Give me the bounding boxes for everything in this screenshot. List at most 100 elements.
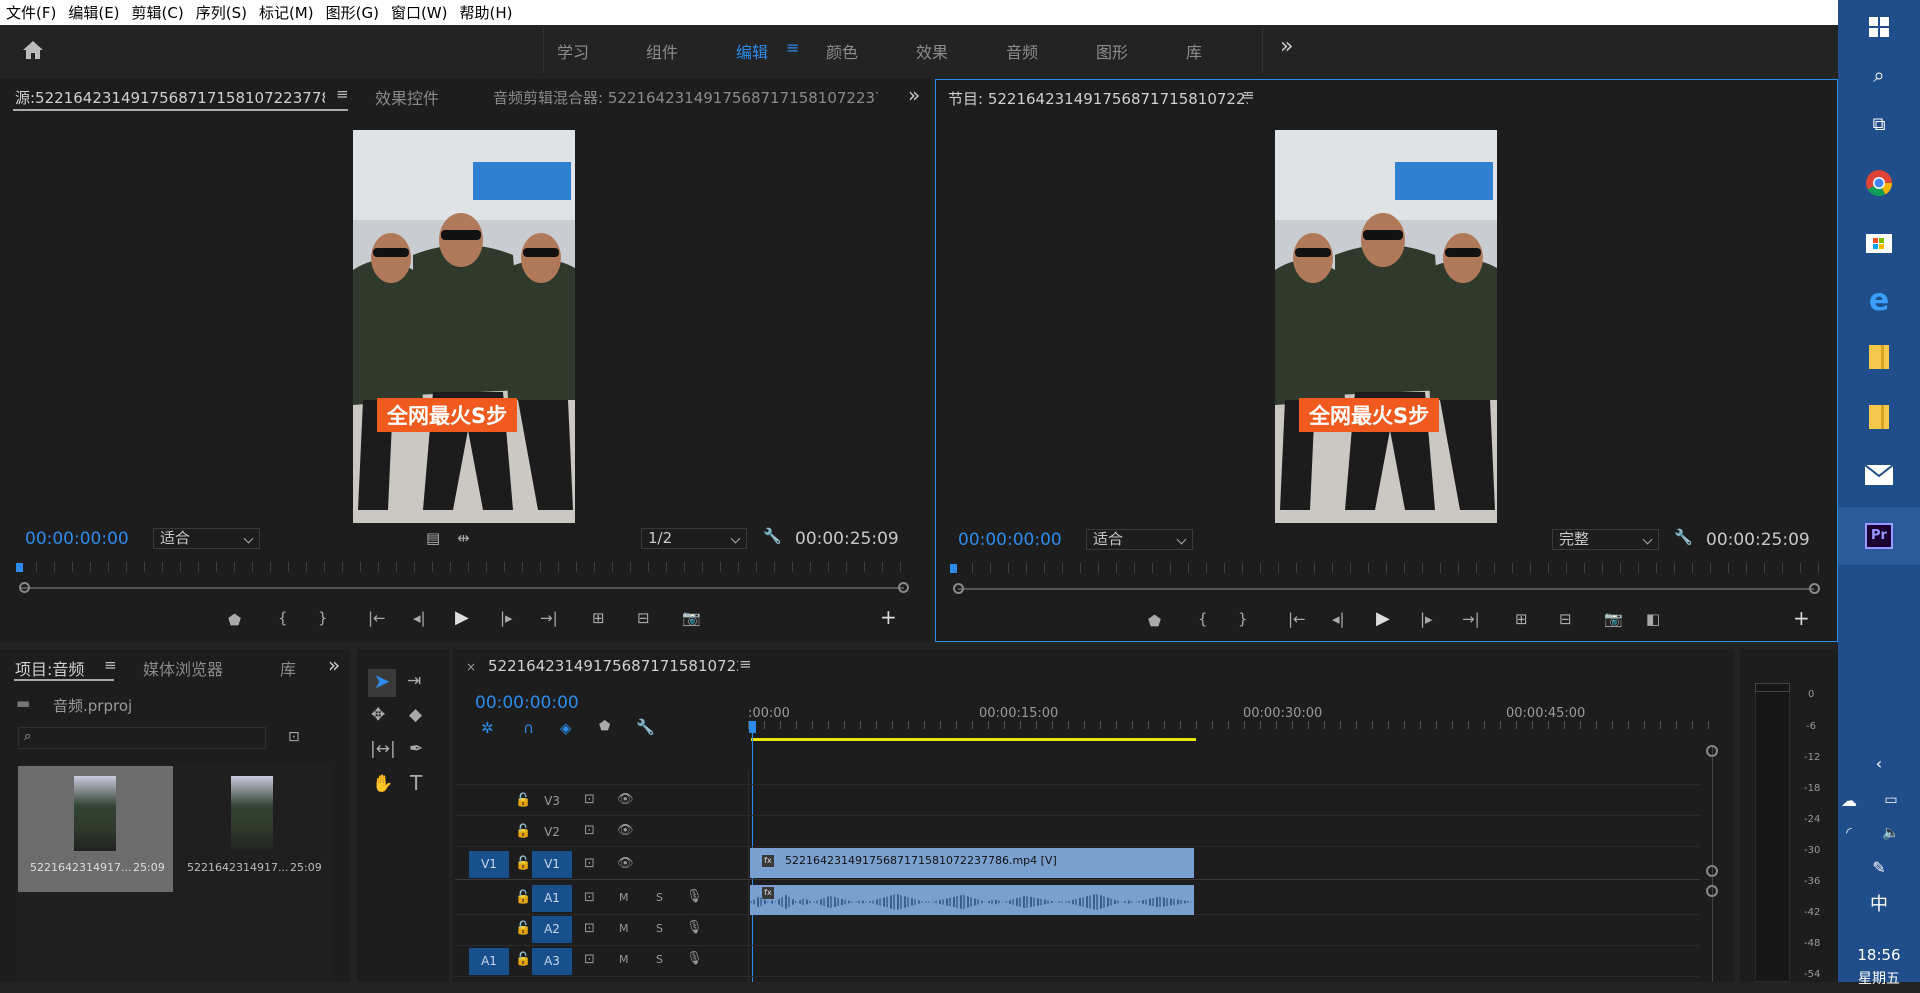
program-playhead[interactable] (950, 564, 957, 573)
menu-marker[interactable]: 标记(M) (259, 2, 314, 23)
clock-day[interactable]: 星期五 (1838, 963, 1920, 993)
drag-video-icon[interactable]: ▤ (426, 529, 440, 547)
export-frame-icon[interactable]: 📷 (1604, 610, 1623, 628)
lock-icon[interactable]: 🔓 (515, 921, 531, 936)
program-time-ruler[interactable] (954, 563, 1819, 573)
media-browser-tab[interactable]: 媒体浏览器 (143, 656, 223, 680)
program-zoom-scrollbar[interactable] (958, 588, 1814, 590)
vertical-scrollbar[interactable] (1712, 746, 1713, 982)
go-to-out-icon[interactable]: →| (1462, 610, 1480, 628)
program-playhead-timecode[interactable]: 00:00:00:00 (958, 530, 1062, 550)
razor-tool-icon[interactable]: ◆ (409, 705, 422, 725)
pen-tool-icon[interactable]: ✒ (409, 739, 423, 759)
effect-controls-tab[interactable]: 效果控件 (375, 85, 439, 109)
source-playhead[interactable] (16, 563, 23, 572)
mute-button[interactable]: M (619, 891, 629, 904)
program-tab[interactable]: 节目: 5221642314917568717158107​223778 (948, 88, 1248, 109)
chrome-icon[interactable] (1838, 156, 1920, 210)
solo-button[interactable]: S (656, 922, 663, 935)
timeline-settings-wrench-icon[interactable]: 🔧 (636, 718, 655, 736)
mute-button[interactable]: M (619, 953, 629, 966)
step-forward-icon[interactable]: |▸ (500, 609, 513, 627)
premiere-pro-icon[interactable]: Pr (1838, 507, 1920, 565)
source-zoom-select[interactable]: 适合 (153, 528, 260, 549)
store-icon[interactable] (1838, 214, 1920, 268)
selection-tool-icon[interactable]: ➤ (368, 669, 396, 697)
project-tab[interactable]: 项目:音频 (15, 656, 84, 680)
workspace-menu-icon[interactable]: ≡ (786, 38, 799, 57)
volume-icon[interactable]: 🔈 (1866, 818, 1916, 848)
mark-out-icon[interactable]: } (1238, 610, 1248, 628)
step-back-icon[interactable]: ◂| (1332, 610, 1345, 628)
tab-learn[interactable]: 学习 (557, 39, 589, 63)
menu-clip[interactable]: 剪辑(C) (132, 2, 184, 23)
edge-icon[interactable]: e (1838, 273, 1920, 327)
tab-audio[interactable]: 音频 (1006, 39, 1038, 63)
show-hidden-icons-icon[interactable]: ‹ (1838, 747, 1920, 779)
track-target-a1[interactable]: A1 (532, 885, 572, 912)
workspace-more-icon[interactable]: » (1280, 34, 1293, 59)
timeline-playhead-timecode[interactable]: 00:00:00:00 (475, 693, 579, 713)
windows-start-icon[interactable] (1838, 0, 1920, 54)
program-quality-select[interactable]: 完整 (1552, 529, 1659, 550)
source-time-ruler[interactable] (18, 562, 908, 572)
track-target-a3[interactable]: A3 (532, 948, 572, 975)
insert-icon[interactable]: ⊞ (592, 609, 605, 627)
panel-more-icon[interactable]: » (908, 83, 920, 107)
lock-icon[interactable]: 🔓 (515, 952, 531, 967)
hand-tool-icon[interactable]: ✋ (372, 774, 393, 794)
search-icon[interactable]: ⌕ (1838, 48, 1920, 102)
mark-in-icon[interactable]: { (1198, 610, 1208, 628)
ripple-edit-tool-icon[interactable]: ✥ (371, 705, 385, 725)
tab-assembly[interactable]: 组件 (646, 39, 678, 63)
battery-icon[interactable]: ▭ (1866, 785, 1916, 815)
sync-lock-icon[interactable]: ⊡ (584, 823, 595, 838)
eye-icon[interactable]: 👁 (617, 792, 634, 807)
audio-clip[interactable]: fx (750, 885, 1194, 915)
source-zoom-scrollbar[interactable] (20, 587, 904, 589)
program-zoom-select[interactable]: 适合 (1086, 529, 1193, 550)
lock-icon[interactable]: 🔓 (515, 890, 531, 905)
source-patch-v1[interactable]: V1 (469, 851, 509, 878)
audio-clip-mixer-tab[interactable]: 音频剪辑混合器: 5221642314917568717158107​22377… (493, 87, 878, 108)
panel-menu-icon[interactable]: ≡ (1242, 86, 1255, 104)
mark-out-icon[interactable]: } (318, 609, 328, 627)
menu-window[interactable]: 窗口(W) (391, 2, 448, 23)
add-button-icon[interactable]: + (1793, 606, 1810, 630)
mail-icon[interactable] (1838, 448, 1920, 502)
mute-button[interactable]: M (619, 922, 629, 935)
step-forward-icon[interactable]: |▸ (1420, 610, 1433, 628)
eye-icon[interactable]: 👁 (617, 856, 634, 871)
marker-icon[interactable]: ⬟ (599, 719, 610, 734)
track-target-v1[interactable]: V1 (532, 851, 572, 878)
snap-icon[interactable]: ✲ (481, 719, 494, 737)
play-icon[interactable]: ▶ (1376, 608, 1390, 629)
step-back-icon[interactable]: ◂| (413, 609, 426, 627)
mark-in-icon[interactable]: { (278, 609, 288, 627)
sync-lock-icon[interactable]: ⊡ (584, 952, 595, 967)
lock-icon[interactable]: 🔓 (515, 824, 531, 839)
voiceover-mic-icon[interactable]: 🎙 (686, 920, 703, 935)
video-clip[interactable]: fx 5221642314917568717158107​2237786.mp4… (750, 848, 1194, 878)
tab-color[interactable]: 颜色 (826, 39, 858, 63)
panel-menu-icon[interactable]: ≡ (739, 655, 752, 673)
timeline-ruler[interactable] (748, 721, 1714, 729)
linked-selection-icon[interactable]: ∩ (523, 719, 534, 737)
sync-lock-icon[interactable]: ⊡ (584, 792, 595, 807)
tab-graphics[interactable]: 图形 (1096, 39, 1128, 63)
project-search-input[interactable]: ⌕ (18, 727, 266, 749)
source-tab[interactable]: 源:5221642314917568717158107​2237786.mp4 (15, 87, 325, 108)
sync-lock-icon[interactable]: ⊡ (584, 890, 595, 905)
source-resolution-select[interactable]: 1/2 (641, 528, 747, 549)
export-frame-icon[interactable]: 📷 (682, 609, 701, 627)
solo-button[interactable]: S (656, 953, 663, 966)
settings-wrench-icon[interactable]: 🔧 (763, 527, 782, 545)
panel-more-icon[interactable]: » (328, 653, 340, 677)
solo-button[interactable]: S (656, 891, 663, 904)
track-select-tool-icon[interactable]: ⇥ (407, 671, 421, 691)
tab-libraries[interactable]: 库 (1186, 39, 1202, 63)
source-playhead-timecode[interactable]: 00:00:00:00 (25, 529, 129, 549)
menu-sequence[interactable]: 序列(S) (196, 2, 247, 23)
comparison-view-icon[interactable]: ◧ (1646, 610, 1660, 628)
project-item-1[interactable]: 5221642314917... 25:09 (175, 766, 330, 892)
